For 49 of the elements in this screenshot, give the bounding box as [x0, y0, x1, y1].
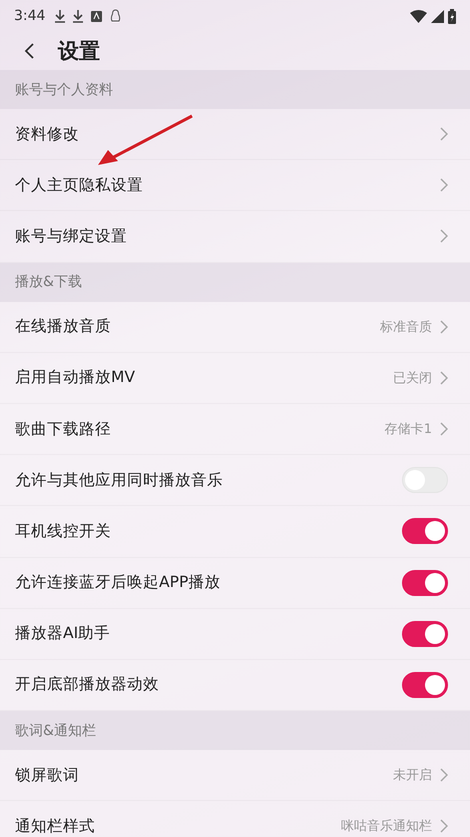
settings-row[interactable]: 账号与绑定设置 — [0, 211, 470, 263]
row-value: 咪咕音乐通知栏 — [341, 818, 432, 836]
download-icon — [73, 10, 84, 22]
signal-icon — [431, 10, 444, 22]
settings-row[interactable]: 在线播放音质 标准音质 — [0, 302, 470, 353]
row-label: 个人主页隐私设置 — [15, 174, 143, 196]
chevron-icon — [440, 768, 448, 782]
chevron-icon — [440, 819, 448, 834]
page-title: 设置 — [58, 38, 100, 65]
row-label: 耳机线控开关 — [15, 520, 111, 542]
row-label: 歌曲下载路径 — [15, 418, 111, 440]
status-time: 3:44 — [14, 8, 46, 24]
row-label: 账号与绑定设置 — [15, 226, 127, 247]
toggle-switch[interactable] — [402, 620, 448, 647]
battery-icon — [448, 8, 456, 24]
toggle-switch[interactable] — [402, 672, 448, 698]
row-label: 开启底部播放器动效 — [15, 674, 159, 696]
row-label: 锁屏歌词 — [15, 764, 79, 786]
chevron-icon — [440, 229, 448, 244]
row-label: 通知栏样式 — [15, 816, 95, 837]
chevron-icon — [440, 127, 448, 142]
chevron-icon — [440, 370, 448, 385]
row-value: 存储卡1 — [384, 421, 432, 438]
chevron-icon — [440, 178, 448, 192]
toggle-switch[interactable] — [402, 518, 448, 544]
row-label: 资料修改 — [15, 124, 79, 145]
back-icon[interactable] — [24, 43, 34, 59]
row-value: 未开启 — [393, 767, 432, 784]
section-header: 歌词&通知栏 — [0, 711, 470, 750]
settings-row[interactable]: 锁屏歌词 未开启 — [0, 750, 470, 802]
row-label: 允许连接蓝牙后唤起APP播放 — [15, 572, 220, 594]
section-header: 账号与个人资料 — [0, 70, 470, 109]
wifi-icon — [410, 10, 427, 22]
chevron-icon — [440, 422, 448, 436]
settings-row[interactable]: 启用自动播放MV 已关闭 — [0, 352, 470, 404]
app-icon — [91, 10, 102, 22]
settings-row[interactable]: 通知栏样式 咪咕音乐通知栏 — [0, 801, 470, 837]
penguin-icon — [110, 9, 122, 23]
download-icon — [55, 10, 66, 22]
toggle-switch[interactable] — [402, 570, 448, 596]
row-label: 允许与其他应用同时播放音乐 — [15, 470, 223, 491]
row-label: 播放器AI助手 — [15, 623, 110, 644]
settings-row[interactable]: 歌曲下载路径 存储卡1 — [0, 404, 470, 456]
row-value: 已关闭 — [393, 370, 432, 387]
row-value: 标准音质 — [380, 318, 432, 336]
section-header: 播放&下载 — [0, 262, 470, 302]
row-label: 在线播放音质 — [15, 316, 111, 338]
chevron-icon — [440, 320, 448, 334]
row-label: 启用自动播放MV — [15, 367, 135, 388]
